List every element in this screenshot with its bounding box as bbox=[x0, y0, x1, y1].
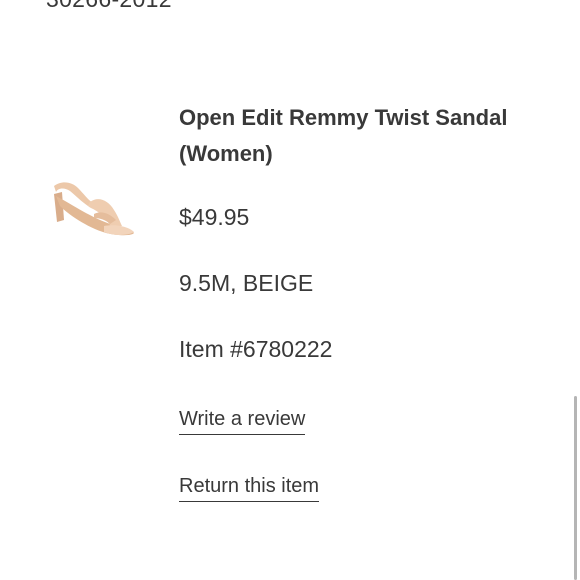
product-size-color: 9.5M, BEIGE bbox=[179, 270, 314, 296]
sandal-icon bbox=[54, 182, 134, 236]
product-title-line-2: (Women) bbox=[179, 141, 273, 166]
product-price: $49.95 bbox=[179, 204, 250, 230]
write-review-link[interactable]: Write a review bbox=[179, 408, 306, 435]
order-number: 30266-2012 bbox=[46, 0, 172, 13]
return-item-link[interactable]: Return this item bbox=[179, 475, 320, 502]
scrollbar[interactable] bbox=[574, 396, 577, 580]
product-image[interactable] bbox=[48, 176, 138, 242]
order-item-page: 30266-2012 Open Edit Remmy Twist Sandal … bbox=[0, 0, 580, 580]
product-title-line-1: Open Edit Remmy Twist Sandal bbox=[179, 105, 508, 130]
product-title-block: Open Edit Remmy Twist Sandal (Women) bbox=[179, 100, 539, 172]
product-title[interactable]: Open Edit Remmy Twist Sandal (Women) bbox=[179, 100, 539, 172]
product-item-number: Item #6780222 bbox=[179, 336, 333, 362]
